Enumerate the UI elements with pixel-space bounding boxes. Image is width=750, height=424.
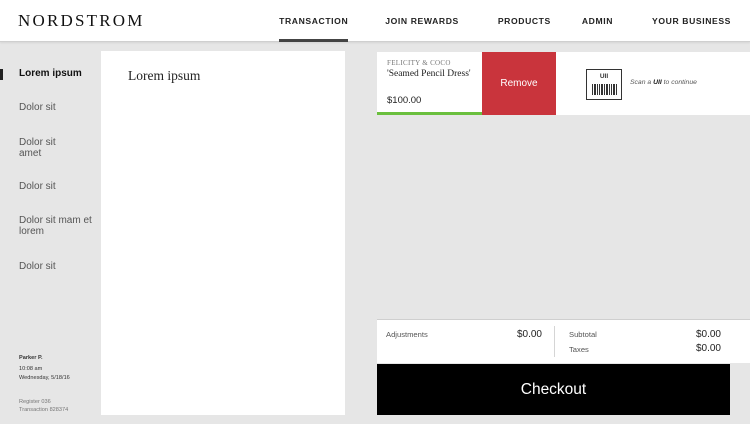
sidebar-item-dolor-sit-mam-et-lorem[interactable]: Dolor sit mam et lorem <box>19 215 97 237</box>
item-price: $100.00 <box>387 95 422 106</box>
scan-instruction: Scan a UII to continue <box>630 79 697 86</box>
item-name: 'Seamed Pencil Dress' <box>387 69 471 79</box>
nav-transaction[interactable]: TRANSACTION <box>279 0 349 42</box>
sidebar-item-lorem-ipsum[interactable]: Lorem ipsum <box>19 68 82 79</box>
adjustments-label: Adjustments <box>386 330 428 339</box>
current-time: 10:08 am <box>19 366 43 372</box>
register-number: Register 036 <box>19 399 51 405</box>
content-panel: Lorem ipsum <box>101 51 345 415</box>
active-indicator <box>0 69 3 80</box>
item-info[interactable]: FELICITY & COCO 'Seamed Pencil Dress' $1… <box>377 52 482 115</box>
taxes-label: Taxes <box>569 345 589 354</box>
subtotal-label: Subtotal <box>569 330 597 339</box>
barcode-icon: UII <box>586 69 622 100</box>
cart-item-card: FELICITY & COCO 'Seamed Pencil Dress' $1… <box>377 52 750 115</box>
checkout-button[interactable]: Checkout <box>377 364 730 415</box>
remove-button[interactable]: Remove <box>482 52 556 115</box>
top-header: NORDSTROM TRANSACTION JOIN REWARDS PRODU… <box>0 0 750 42</box>
nav-join-rewards[interactable]: JOIN REWARDS <box>385 0 459 42</box>
sidebar-item-dolor-sit-3[interactable]: Dolor sit <box>19 261 56 272</box>
scan-uii-area: UII Scan a UII to continue <box>556 52 750 115</box>
nordstrom-logo[interactable]: NORDSTROM <box>18 11 145 31</box>
sidebar-item-dolor-sit-2[interactable]: Dolor sit <box>19 181 56 192</box>
uii-icon-label: UII <box>599 73 609 80</box>
totals-divider <box>554 326 555 357</box>
sidebar-item-dolor-sit-1[interactable]: Dolor sit <box>19 102 56 113</box>
nav-your-business[interactable]: YOUR BUSINESS <box>652 0 731 42</box>
user-name: Parker P. <box>19 355 43 361</box>
nav-admin[interactable]: ADMIN <box>582 0 613 42</box>
panel-title: Lorem ipsum <box>128 68 201 83</box>
item-status-bar <box>377 112 482 115</box>
sidebar: Lorem ipsum Dolor sit Dolor sit amet Dol… <box>0 42 101 424</box>
item-brand: FELICITY & COCO <box>387 59 451 67</box>
sidebar-item-dolor-sit-amet[interactable]: Dolor sit amet <box>19 137 74 159</box>
current-date: Wednesday, 5/18/16 <box>19 375 70 381</box>
main-nav: TRANSACTION JOIN REWARDS PRODUCTS ADMIN … <box>279 0 750 42</box>
adjustments-value: $0.00 <box>516 329 542 340</box>
totals-panel: Adjustments $0.00 Subtotal $0.00 Taxes $… <box>377 319 750 363</box>
barcode-lines-icon <box>592 84 617 95</box>
taxes-value: $0.00 <box>695 343 721 354</box>
subtotal-value: $0.00 <box>695 329 721 340</box>
nav-products[interactable]: PRODUCTS <box>498 0 551 42</box>
transaction-number: Transaction 828374 <box>19 407 69 413</box>
